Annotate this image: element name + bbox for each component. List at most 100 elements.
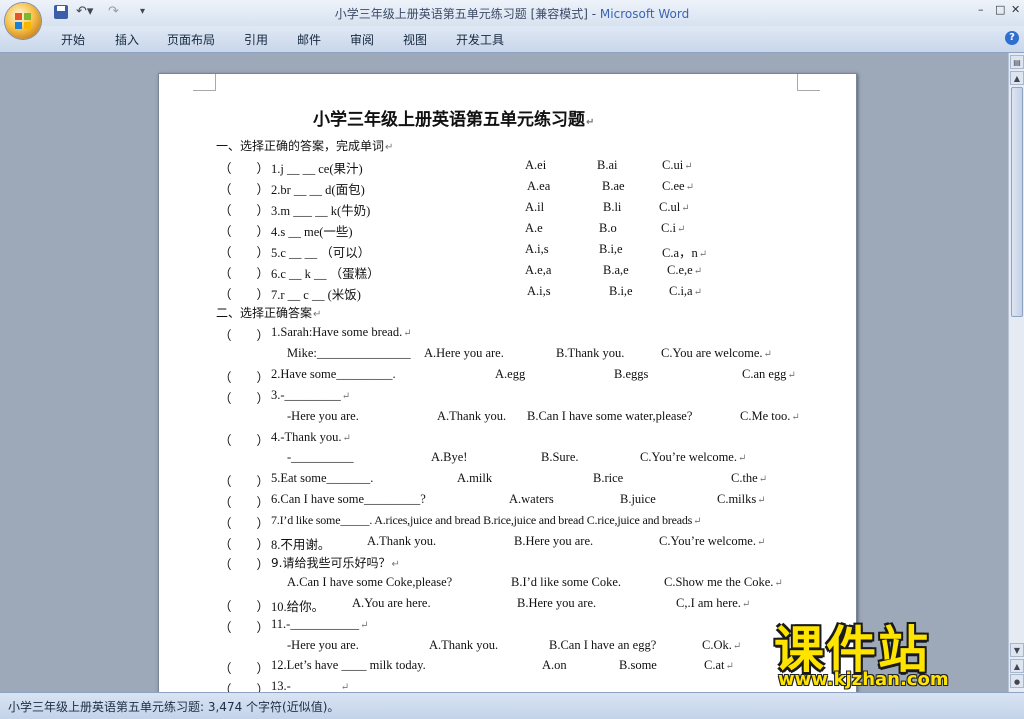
option-b: B.eggs bbox=[614, 367, 649, 381]
option-a: A.Here you are. bbox=[424, 346, 504, 360]
question-stem: 11.-___________↵ bbox=[271, 617, 368, 632]
question-paren: （ ） bbox=[219, 204, 270, 218]
option-c: C,.I am here.↵ bbox=[676, 596, 750, 611]
scroll-up-icon[interactable]: ▲ bbox=[1010, 71, 1024, 85]
option-a: A.i,s bbox=[527, 284, 551, 298]
margin-corner-top-left bbox=[193, 74, 216, 91]
question-text: 4.-Thank you. bbox=[271, 430, 342, 444]
paragraph-mark: ↵ bbox=[737, 453, 747, 464]
scroll-down-icon[interactable]: ▼ bbox=[1010, 643, 1024, 657]
margin-corner-top-right bbox=[797, 74, 820, 91]
option-b: B.i,e bbox=[599, 242, 623, 256]
option-text: C.at bbox=[704, 658, 725, 672]
office-logo-icon bbox=[15, 13, 31, 29]
question-paren: （ ） bbox=[219, 558, 270, 572]
option-b: B.rice bbox=[593, 471, 624, 485]
section-heading: 一、选择正确的答案，完成单词↵ bbox=[216, 137, 393, 154]
question-text: 9.请给我些可乐好吗？ bbox=[271, 556, 391, 570]
tab-references[interactable]: 引用 bbox=[244, 31, 268, 48]
question-stem: 2.br __ __ d(面包) bbox=[271, 183, 365, 197]
option-b: B.Can I have an egg? bbox=[549, 638, 657, 652]
option-b: B.Here you are. bbox=[514, 534, 594, 548]
option-b: B.i,e bbox=[609, 284, 633, 298]
maximize-button[interactable]: □ bbox=[995, 3, 1005, 16]
option-text: C.You’re welcome. bbox=[640, 450, 737, 464]
office-button[interactable] bbox=[5, 3, 41, 39]
option-text: C.ui bbox=[662, 158, 684, 172]
question-stem: 3.m ___ __ k(牛奶) bbox=[271, 204, 371, 218]
option-text: C.i,a bbox=[669, 284, 693, 298]
option-a: A.e bbox=[525, 221, 543, 235]
question-stem: 7.r __ c __ (米饭) bbox=[271, 288, 361, 302]
question-stem: 4.-Thank you.↵ bbox=[271, 430, 351, 445]
question-paren: （ ） bbox=[219, 371, 270, 385]
question-stem: 6.c __ k __ （蛋糕） bbox=[271, 267, 380, 281]
paragraph-mark: ↵ bbox=[725, 661, 734, 672]
option-a: A.milk bbox=[457, 471, 493, 485]
option-c: C.an egg↵ bbox=[742, 367, 796, 382]
option-text: C.milks bbox=[717, 492, 757, 506]
option-b: B.Thank you. bbox=[556, 346, 625, 360]
option-b: B.Here you are. bbox=[517, 596, 597, 610]
option-b: B.ae bbox=[602, 179, 625, 193]
tab-page-layout[interactable]: 页面布局 bbox=[167, 31, 215, 48]
title-text: 小学三年级上册英语第五单元练习题 bbox=[313, 110, 585, 130]
option-text: C.i bbox=[661, 221, 676, 235]
paragraph-mark: ↵ bbox=[342, 433, 351, 444]
tab-home[interactable]: 开始 bbox=[61, 31, 85, 48]
option-b: B.a,e bbox=[603, 263, 629, 277]
tab-review[interactable]: 审阅 bbox=[350, 31, 374, 48]
question-stem: 6.Can I have some_________? bbox=[271, 492, 426, 506]
answer-blank: Mike:_______________ bbox=[287, 346, 411, 360]
option-text: C.Me too. bbox=[740, 409, 791, 423]
vertical-scrollbar[interactable]: ▤ ▲ ▼ ▲ ● bbox=[1008, 53, 1024, 692]
paragraph-mark: ↵ bbox=[391, 559, 400, 570]
scroll-thumb[interactable] bbox=[1011, 87, 1023, 317]
question-stem: 4.s __ me(一些) bbox=[271, 225, 353, 239]
question-stem: 3.-_________↵ bbox=[271, 388, 350, 403]
question-stem: 10.给你。 bbox=[271, 600, 325, 614]
paragraph-mark: ↵ bbox=[756, 537, 766, 548]
question-text: 11.-___________ bbox=[271, 617, 360, 631]
close-button[interactable]: ✕ bbox=[1011, 3, 1020, 16]
help-icon[interactable]: ? bbox=[1005, 31, 1019, 45]
document-title: 小学三年级上册英语第五单元练习题↵ bbox=[313, 105, 594, 130]
option-c: C.ui↵ bbox=[662, 158, 693, 173]
paragraph-mark: ↵ bbox=[741, 599, 751, 610]
tab-insert[interactable]: 插入 bbox=[115, 31, 139, 48]
option-a: A.ei bbox=[525, 158, 547, 172]
option-text: C.an egg bbox=[742, 367, 787, 381]
question-stem: 9.请给我些可乐好吗？↵ bbox=[271, 554, 400, 571]
option-c: C.ul↵ bbox=[659, 200, 690, 215]
word-count-status[interactable]: 小学三年级上册英语第五单元练习题: 3,474 个字符(近似值)。 bbox=[8, 698, 339, 715]
paragraph-mark: ↵ bbox=[774, 578, 783, 589]
option-text: C.e,e bbox=[667, 263, 693, 277]
question-stem: 1.Sarah:Have some bread.↵ bbox=[271, 325, 412, 340]
tab-mailings[interactable]: 邮件 bbox=[297, 31, 321, 48]
option-a: A.Can I have some Coke,please? bbox=[287, 575, 453, 589]
paragraph-mark: ↵ bbox=[693, 516, 702, 527]
paragraph-mark: ↵ bbox=[385, 142, 394, 153]
question-stem: 2.Have some_________. bbox=[271, 367, 396, 381]
option-a: A.waters bbox=[509, 492, 554, 506]
previous-page-icon[interactable]: ▲ bbox=[1010, 659, 1024, 673]
option-a: A.Thank you. bbox=[437, 409, 507, 423]
tab-developer[interactable]: 开发工具 bbox=[456, 31, 504, 48]
minimize-button[interactable]: – bbox=[978, 3, 984, 16]
option-b: B.li bbox=[603, 200, 622, 214]
browse-object-icon[interactable]: ● bbox=[1010, 674, 1024, 688]
option-a: A.You are here. bbox=[352, 596, 431, 610]
option-b: B.ai bbox=[597, 158, 618, 172]
question-stem: 8.不用谢。 bbox=[271, 538, 331, 552]
question-text: 3.-_________ bbox=[271, 388, 341, 402]
tab-view[interactable]: 视图 bbox=[403, 31, 427, 48]
question-paren: （ ） bbox=[219, 662, 270, 676]
question-paren: （ ） bbox=[219, 267, 270, 281]
paragraph-mark: ↵ bbox=[698, 249, 708, 260]
option-text: C.a，n bbox=[662, 246, 698, 260]
paragraph-mark: ↵ bbox=[340, 682, 350, 692]
ruler-toggle-icon[interactable]: ▤ bbox=[1010, 55, 1024, 69]
option-a: A.Thank you. bbox=[429, 638, 499, 652]
question-stem: 5.c __ __ （可以） bbox=[271, 246, 371, 260]
document-page[interactable]: 小学三年级上册英语第五单元练习题↵ 一、选择正确的答案，完成单词↵ （ ） 1.… bbox=[158, 73, 857, 692]
